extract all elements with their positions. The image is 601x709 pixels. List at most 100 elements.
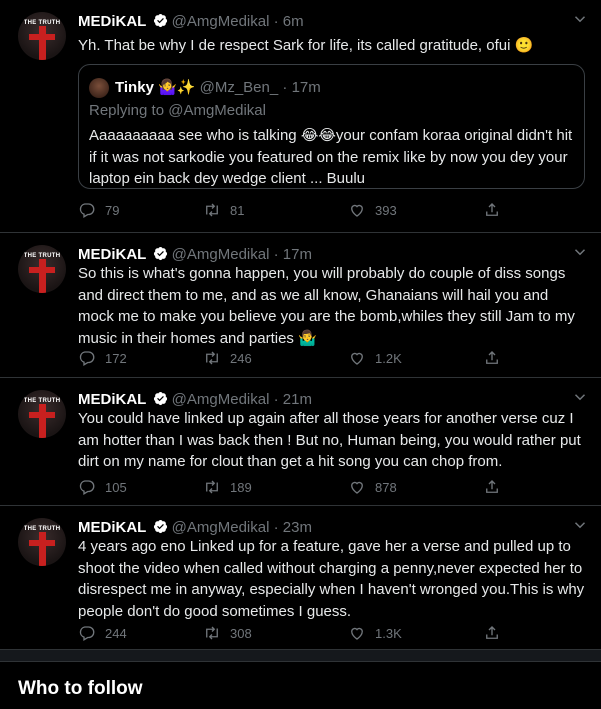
chevron-down-icon[interactable] bbox=[571, 516, 589, 534]
author-name[interactable]: MEDiKAL bbox=[78, 13, 146, 30]
like-count: 1.3K bbox=[375, 625, 402, 641]
retweet-icon bbox=[206, 351, 218, 365]
tweet-text: 4 years ago eno Linked up for a feature,… bbox=[78, 538, 585, 620]
timestamp[interactable]: 21m bbox=[283, 391, 312, 408]
reply-icon bbox=[79, 203, 95, 218]
reply-icon bbox=[79, 626, 95, 641]
retweet-count: 81 bbox=[230, 202, 245, 218]
like-count: 393 bbox=[375, 202, 397, 218]
retweet-button[interactable]: 189 bbox=[203, 478, 252, 496]
timestamp[interactable]: 17m bbox=[283, 246, 312, 263]
who-to-follow-section: Who to follow bbox=[0, 661, 601, 709]
replying-to: Replying to @AmgMedikal bbox=[89, 102, 266, 119]
avatar-cross bbox=[39, 26, 46, 60]
reply-button[interactable]: 244 bbox=[78, 624, 127, 642]
avatar[interactable]: THE TRUTH bbox=[18, 390, 66, 438]
like-button[interactable]: 878 bbox=[348, 478, 397, 496]
retweet-count: 308 bbox=[230, 625, 252, 641]
reply-icon bbox=[79, 351, 95, 366]
quoted-timestamp: 17m bbox=[291, 79, 321, 96]
quoted-author-handle: @Mz_Ben_ bbox=[199, 79, 279, 96]
tweet-actions: 79 81 393 bbox=[78, 201, 518, 221]
tweet-text: Yh. That be why I de respect Sark for li… bbox=[78, 37, 534, 54]
reply-button[interactable]: 172 bbox=[78, 349, 127, 367]
separator-dot: · bbox=[273, 246, 279, 263]
tweet[interactable]: THE TRUTH MEDiKAL @AmgMedikal · 6m Yh. T… bbox=[0, 0, 601, 233]
author-handle[interactable]: @AmgMedikal bbox=[172, 246, 270, 263]
like-button[interactable]: 393 bbox=[348, 201, 397, 219]
share-button[interactable] bbox=[483, 478, 501, 496]
tweet-header: MEDiKAL @AmgMedikal · 6m bbox=[78, 13, 304, 30]
avatar-cross-bar bbox=[29, 34, 55, 40]
tweet-actions: 172 246 1.2K bbox=[78, 349, 518, 369]
avatar[interactable]: THE TRUTH bbox=[18, 12, 66, 60]
tweet[interactable]: THE TRUTH MEDiKAL @AmgMedikal · 23m 4 ye… bbox=[0, 506, 601, 650]
chevron-down-icon[interactable] bbox=[571, 243, 589, 261]
share-icon bbox=[486, 626, 498, 639]
chevron-down-icon[interactable] bbox=[571, 388, 589, 406]
tweet[interactable]: THE TRUTH MEDiKAL @AmgMedikal · 17m So t… bbox=[0, 233, 601, 378]
share-button[interactable] bbox=[483, 201, 501, 219]
timestamp[interactable]: 6m bbox=[283, 13, 304, 30]
avatar-cross-bar bbox=[29, 412, 55, 418]
avatar[interactable]: THE TRUTH bbox=[18, 518, 66, 566]
quoted-avatar bbox=[89, 78, 109, 98]
like-button[interactable]: 1.3K bbox=[348, 624, 402, 642]
retweet-button[interactable]: 81 bbox=[203, 201, 244, 219]
author-name[interactable]: MEDiKAL bbox=[78, 246, 146, 263]
retweet-icon bbox=[206, 626, 218, 640]
who-to-follow-heading: Who to follow bbox=[18, 678, 143, 699]
quoted-header: Tinky 🤷‍♀️✨ @Mz_Ben_ · 17m bbox=[115, 78, 321, 96]
share-icon bbox=[486, 351, 498, 364]
separator-dot: · bbox=[273, 391, 279, 408]
author-name[interactable]: MEDiKAL bbox=[78, 391, 146, 408]
like-count: 1.2K bbox=[375, 350, 402, 366]
like-count: 878 bbox=[375, 479, 397, 495]
quoted-tweet[interactable]: Tinky 🤷‍♀️✨ @Mz_Ben_ · 17m Replying to @… bbox=[78, 64, 585, 189]
verified-icon bbox=[153, 13, 167, 28]
verified-icon bbox=[153, 391, 167, 406]
reply-count: 105 bbox=[105, 479, 127, 495]
avatar-cross-bar bbox=[29, 267, 55, 273]
verified-icon bbox=[153, 519, 167, 534]
like-icon bbox=[351, 627, 363, 640]
author-handle[interactable]: @AmgMedikal bbox=[172, 391, 270, 408]
like-button[interactable]: 1.2K bbox=[348, 349, 402, 367]
share-button[interactable] bbox=[483, 624, 501, 642]
timestamp[interactable]: 23m bbox=[283, 519, 312, 536]
avatar-cross-bar bbox=[29, 540, 55, 546]
reply-count: 79 bbox=[105, 202, 120, 218]
tweet-header: MEDiKAL @AmgMedikal · 23m bbox=[78, 519, 312, 536]
tweet-header: MEDiKAL @AmgMedikal · 17m bbox=[78, 246, 312, 263]
reply-count: 244 bbox=[105, 625, 127, 641]
retweet-icon bbox=[206, 480, 218, 494]
retweet-count: 189 bbox=[230, 479, 252, 495]
retweet-icon bbox=[206, 203, 218, 217]
tweet-text: You could have linked up again after all… bbox=[78, 410, 581, 470]
like-icon bbox=[351, 481, 363, 494]
separator-dot: · bbox=[273, 519, 279, 536]
reply-button[interactable]: 79 bbox=[78, 201, 119, 219]
author-handle[interactable]: @AmgMedikal bbox=[172, 13, 270, 30]
retweet-button[interactable]: 308 bbox=[203, 624, 252, 642]
author-name[interactable]: MEDiKAL bbox=[78, 519, 146, 536]
like-icon bbox=[351, 204, 363, 217]
reply-button[interactable]: 105 bbox=[78, 478, 127, 496]
like-icon bbox=[351, 352, 363, 365]
tweet[interactable]: THE TRUTH MEDiKAL @AmgMedikal · 21m You … bbox=[0, 378, 601, 506]
share-icon bbox=[486, 480, 498, 493]
quoted-text: Aaaaaaaaaa see who is talking 😂😂your con… bbox=[89, 127, 573, 187]
share-icon bbox=[486, 203, 498, 216]
chevron-down-icon[interactable] bbox=[571, 10, 589, 28]
tweet-actions: 105 189 878 bbox=[78, 478, 518, 498]
tweet-actions: 244 308 1.3K bbox=[78, 624, 518, 644]
share-button[interactable] bbox=[483, 349, 501, 367]
author-handle[interactable]: @AmgMedikal bbox=[172, 519, 270, 536]
reply-icon bbox=[79, 480, 95, 495]
separator-dot: · bbox=[282, 79, 288, 96]
tweet-header: MEDiKAL @AmgMedikal · 21m bbox=[78, 391, 312, 408]
avatar-cross bbox=[39, 404, 46, 438]
separator-dot: · bbox=[273, 13, 279, 30]
retweet-button[interactable]: 246 bbox=[203, 349, 252, 367]
avatar[interactable]: THE TRUTH bbox=[18, 245, 66, 293]
